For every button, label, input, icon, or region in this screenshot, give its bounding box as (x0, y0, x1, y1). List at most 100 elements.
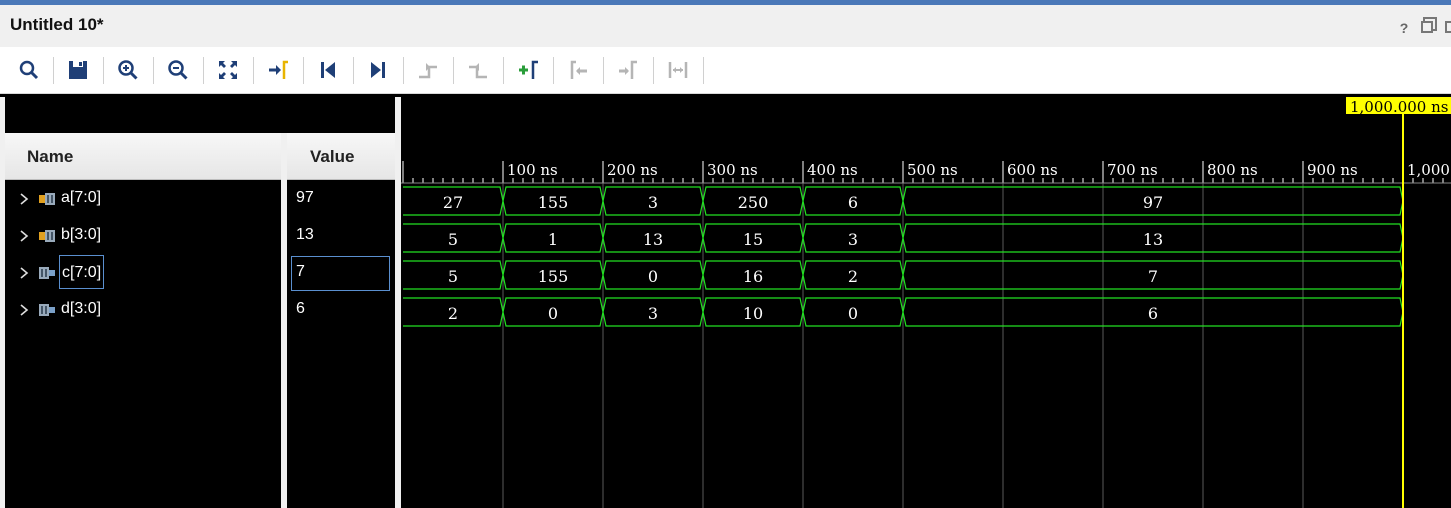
chevron-right-icon[interactable] (17, 302, 31, 318)
go-to-cursor-icon[interactable] (265, 57, 291, 83)
signal-row[interactable]: d[3:0] (5, 294, 281, 327)
time-tick-label: 500 ns (907, 161, 958, 179)
time-tick-label: 700 ns (1107, 161, 1158, 179)
toolbar-separator (303, 57, 304, 84)
toolbar-separator (203, 57, 204, 84)
signal-value-text: 6 (296, 300, 305, 317)
window-title: Untitled 10* (10, 15, 104, 34)
signal-row[interactable]: c[7:0] (5, 255, 281, 290)
time-tick-label: 1,000 (1407, 161, 1450, 179)
bus-value-label: 15 (743, 230, 763, 249)
bus-value-label: 3 (648, 193, 658, 212)
signal-value-text: 97 (296, 189, 314, 206)
toolbar-separator (603, 57, 604, 84)
toolbar-separator (353, 57, 354, 84)
bus-value-label: 13 (1143, 230, 1163, 249)
value-column-label: Value (310, 147, 355, 166)
add-marker-icon[interactable] (515, 57, 541, 83)
restore-icon[interactable] (1421, 21, 1435, 35)
cursor-time-label[interactable]: 1,000.000 ns (1346, 97, 1451, 114)
time-tick-label: 800 ns (1207, 161, 1258, 179)
wave-toolbar (0, 47, 1451, 94)
chevron-right-icon[interactable] (17, 191, 31, 207)
chevron-right-icon[interactable] (17, 228, 31, 244)
bus-value-label: 97 (1143, 193, 1163, 212)
next-transition-icon[interactable] (465, 57, 491, 83)
bus-value-label: 5 (448, 267, 458, 286)
name-panel-top (5, 97, 395, 133)
toolbar-separator (403, 57, 404, 84)
bus-value-label: 6 (1148, 304, 1158, 323)
signal-row[interactable]: a[7:0] (5, 183, 281, 216)
bus-value-label: 6 (848, 193, 858, 212)
toolbar-separator (503, 57, 504, 84)
bus-value-label: 0 (648, 267, 658, 286)
previous-marker-icon[interactable] (565, 57, 591, 83)
title-bar: Untitled 10* ? (0, 5, 1451, 47)
signal-name: d[3:0] (61, 300, 102, 317)
signal-value[interactable]: 7 (291, 256, 390, 291)
bus-value-label: 5 (448, 230, 458, 249)
help-icon[interactable]: ? (1397, 21, 1411, 35)
bus-value-label: 0 (548, 304, 558, 323)
bus-value-label: 1 (548, 230, 558, 249)
bus-value-label: 0 (848, 304, 858, 323)
window-controls: ? (1397, 21, 1451, 35)
bus-value-label: 155 (538, 193, 569, 212)
signal-value[interactable]: 6 (287, 294, 395, 327)
bus-value-label: 3 (648, 304, 658, 323)
input-bus-icon (39, 193, 55, 205)
zoom-out-icon[interactable] (165, 57, 191, 83)
waveform-canvas[interactable]: 100 ns 200 ns 300 ns 400 ns 500 ns 600 ns 700 … (401, 97, 1451, 508)
signal-name: b[3:0] (61, 226, 102, 243)
bus-value-label: 3 (848, 230, 858, 249)
toolbar-separator (703, 57, 704, 84)
signal-value-text: 13 (296, 226, 314, 243)
time-tick-label: 400 ns (807, 161, 858, 179)
name-column-header[interactable]: Name (5, 133, 281, 180)
bus-value-label: 13 (643, 230, 663, 249)
previous-transition-icon[interactable] (415, 57, 441, 83)
signal-name: c[7:0] (59, 255, 105, 289)
bus-value-label: 2 (848, 267, 858, 286)
zoom-fit-icon[interactable] (215, 57, 241, 83)
signal-value-text: 7 (296, 263, 305, 280)
chevron-right-icon[interactable] (17, 265, 31, 281)
toolbar-separator (553, 57, 554, 84)
search-icon[interactable] (16, 57, 42, 83)
time-tick-label: 200 ns (607, 161, 658, 179)
signal-value[interactable]: 97 (287, 183, 395, 216)
bus-value-label: 250 (738, 193, 769, 212)
output-bus-icon (39, 267, 55, 279)
time-tick-label: 900 ns (1307, 161, 1358, 179)
signal-row[interactable]: b[3:0] (5, 220, 281, 253)
next-marker-icon[interactable] (615, 57, 641, 83)
go-to-last-time-icon[interactable] (365, 57, 391, 83)
signal-value[interactable]: 13 (287, 220, 395, 253)
value-column-header[interactable]: Value (287, 133, 395, 180)
toolbar-separator (153, 57, 154, 84)
bus-value-label: 7 (1148, 267, 1158, 286)
toolbar-separator (453, 57, 454, 84)
zoom-in-icon[interactable] (115, 57, 141, 83)
bus-value-label: 16 (743, 267, 763, 286)
output-bus-icon (39, 304, 55, 316)
input-bus-icon (39, 230, 55, 242)
toolbar-separator (103, 57, 104, 84)
time-tick-label: 600 ns (1007, 161, 1058, 179)
maximize-icon[interactable] (1445, 21, 1451, 35)
bus-value-label: 155 (538, 267, 569, 286)
swap-cursors-icon[interactable] (665, 57, 691, 83)
bus-value-label: 10 (743, 304, 763, 323)
name-column-label: Name (27, 147, 74, 166)
cursor-time-text: 1,000.000 ns (1350, 98, 1449, 114)
save-icon[interactable] (65, 57, 91, 83)
toolbar-separator (653, 57, 654, 84)
go-to-time-0-icon[interactable] (315, 57, 341, 83)
toolbar-separator (53, 57, 54, 84)
bus-value-label: 27 (443, 193, 463, 212)
time-tick-label: 100 ns (507, 161, 558, 179)
toolbar-separator (253, 57, 254, 84)
time-tick-label: 300 ns (707, 161, 758, 179)
bus-value-label: 2 (448, 304, 458, 323)
